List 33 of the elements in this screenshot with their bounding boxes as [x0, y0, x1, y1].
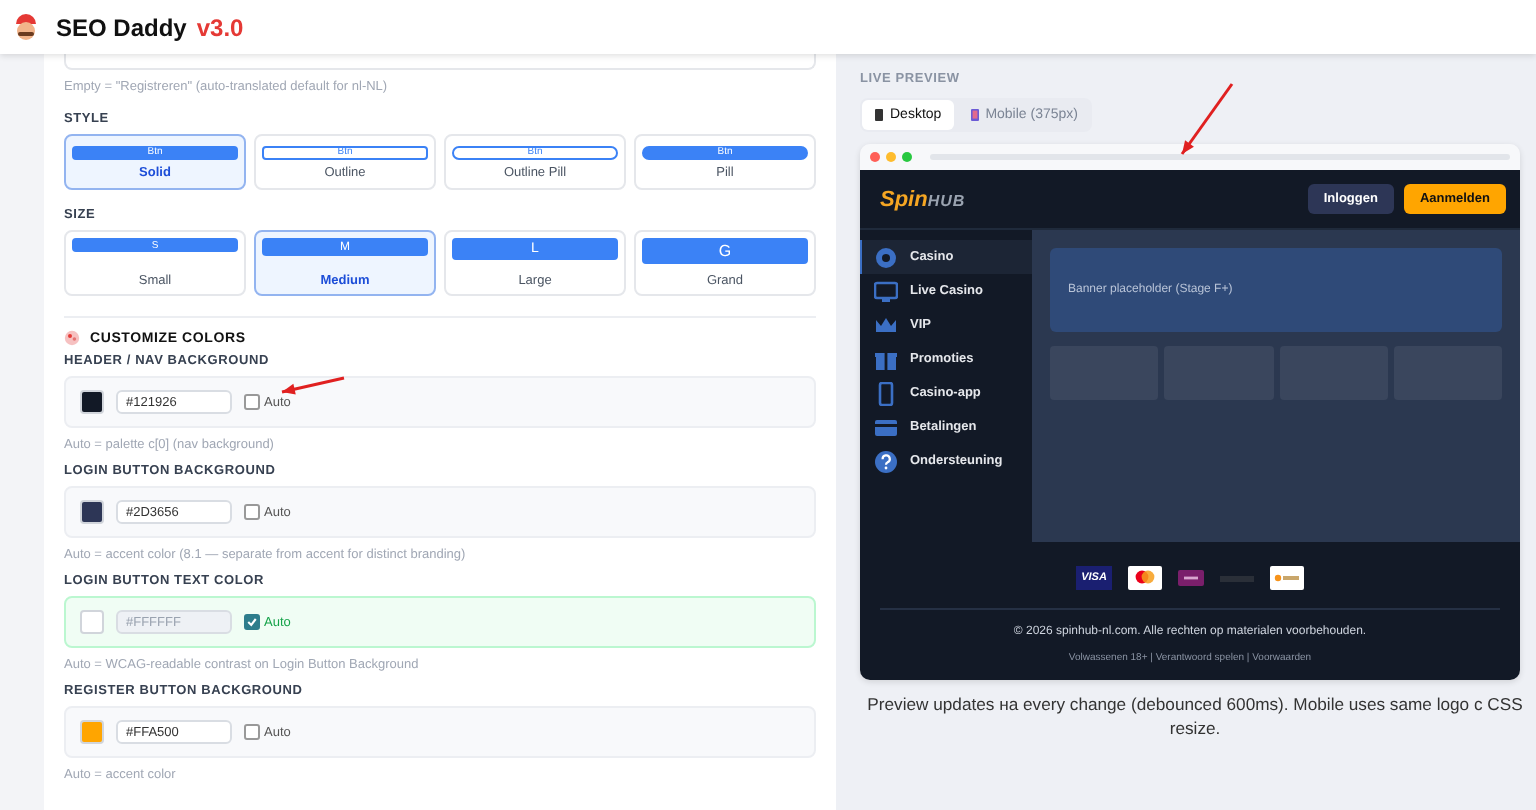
- crown-icon: [874, 313, 898, 337]
- window-dot-icon: [886, 152, 896, 162]
- payment-logo-icon: [1270, 566, 1305, 590]
- window-dot-icon: [870, 152, 880, 162]
- monitor-icon: [874, 279, 898, 303]
- app-title: SEO Daddy: [56, 13, 187, 41]
- palette-icon: [64, 330, 80, 346]
- version-label: v3.0: [196, 13, 244, 41]
- site-logo: SpinHUB: [880, 187, 966, 211]
- color-swatch[interactable]: [80, 500, 104, 524]
- phone-icon: [874, 381, 898, 405]
- sample-button: G: [642, 238, 808, 264]
- checkbox[interactable]: [244, 614, 260, 630]
- help-icon: [874, 449, 898, 473]
- color-swatch[interactable]: [80, 720, 104, 744]
- checkbox[interactable]: [244, 394, 260, 410]
- color-swatch[interactable]: [80, 390, 104, 414]
- checkbox[interactable]: [244, 504, 260, 520]
- mastercard-icon: [1128, 566, 1163, 590]
- card-icon: [874, 415, 898, 439]
- preview-note: Preview updates на every change (debounced 600ms). Mobile uses same logo с CSS resize.: [865, 692, 1525, 741]
- phone-icon: [969, 108, 980, 122]
- gift-icon: [874, 347, 898, 371]
- desktop-icon: [874, 108, 884, 122]
- payment-logo-icon: [1178, 570, 1205, 586]
- window-dot-icon: [902, 152, 912, 162]
- text-field[interactable]: [64, 54, 816, 70]
- mascot-icon: [12, 11, 40, 43]
- annotation-arrow: [1180, 83, 1234, 155]
- checkbox[interactable]: [244, 724, 260, 740]
- color-swatch[interactable]: [80, 610, 104, 634]
- annotation-arrow: [281, 376, 345, 395]
- chip-icon: [874, 245, 898, 269]
